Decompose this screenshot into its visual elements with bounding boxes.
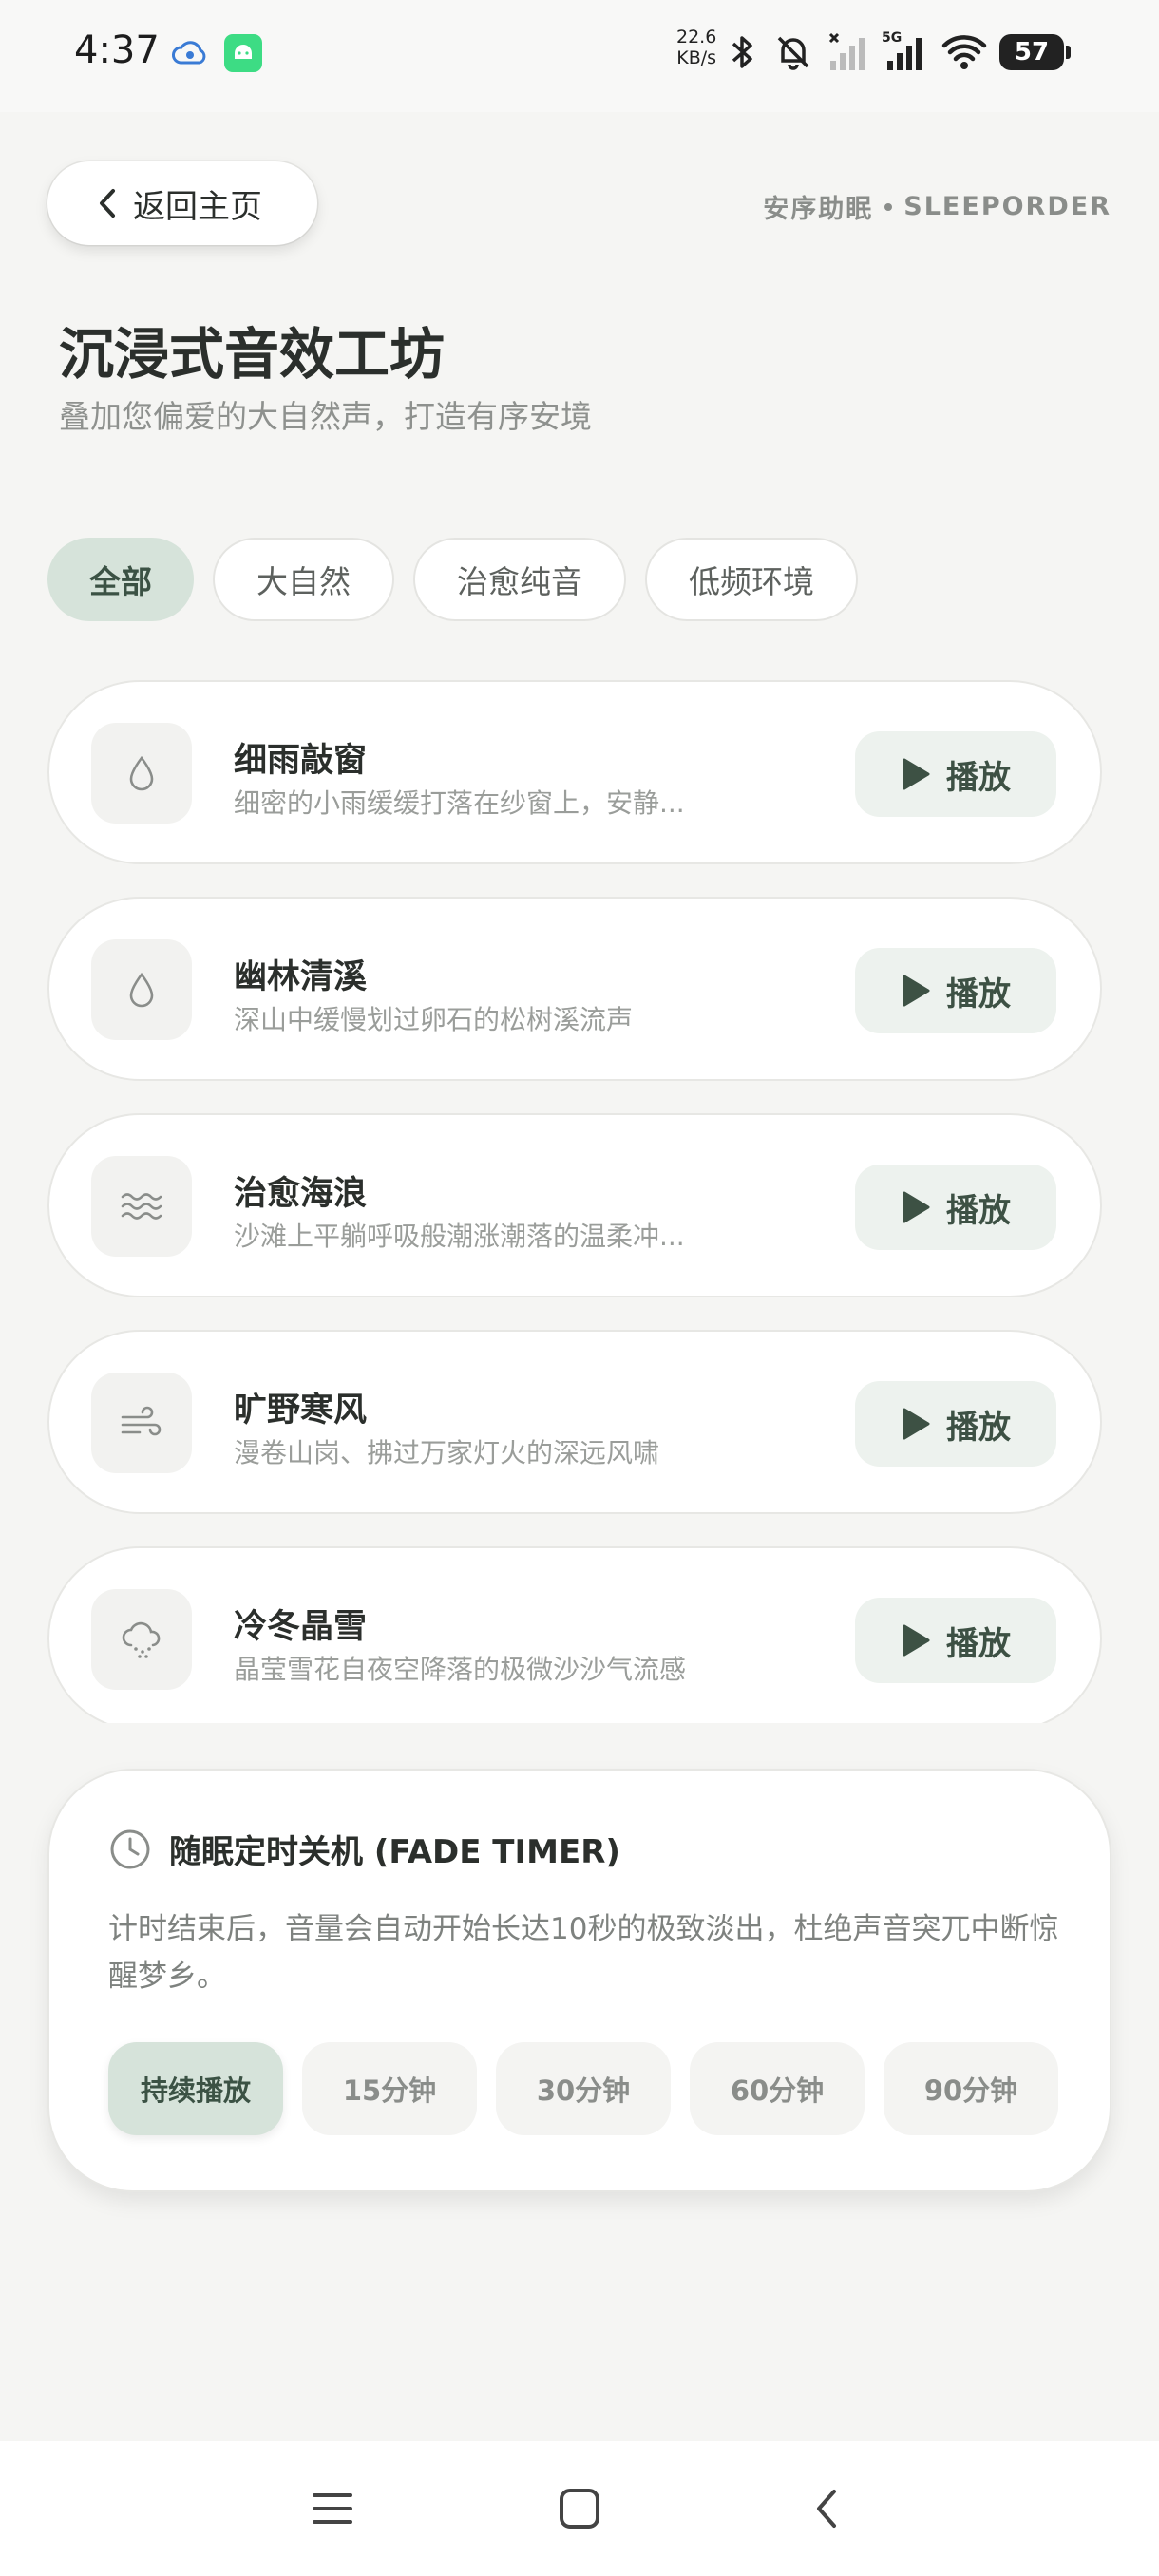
timer-title: 随眠定时关机 (FADE TIMER) xyxy=(169,1833,620,1871)
sound-card: 治愈海浪 沙滩上平躺呼吸般潮涨潮落的温柔冲... 播放 xyxy=(48,1113,1102,1297)
nav-back-button[interactable] xyxy=(793,2475,860,2542)
svg-text:5G: 5G xyxy=(882,30,902,46)
status-icons: 5G 57 xyxy=(726,28,1071,76)
play-icon xyxy=(902,1624,930,1657)
play-label: 播放 xyxy=(946,1191,1011,1230)
android-icon xyxy=(224,34,262,72)
play-button[interactable]: 播放 xyxy=(855,1165,1056,1250)
timer-option-continuous[interactable]: 持续播放 xyxy=(108,2042,283,2135)
clock-icon xyxy=(110,1829,150,1868)
sound-name: 旷野寒风 xyxy=(234,1392,368,1430)
sound-description: 漫卷山岗、拂过万家灯火的深远风啸 xyxy=(234,1437,660,1468)
play-label: 播放 xyxy=(946,1408,1011,1447)
mute-bell-icon xyxy=(777,36,809,70)
sound-card: 旷野寒风 漫卷山岗、拂过万家灯火的深远风啸 播放 xyxy=(48,1330,1102,1514)
nav-home-button[interactable] xyxy=(546,2475,613,2542)
bluetooth-icon xyxy=(732,36,752,68)
play-icon xyxy=(902,975,930,1007)
home-square-icon xyxy=(560,2489,599,2529)
sound-name: 细雨敲窗 xyxy=(234,742,368,780)
brand-separator xyxy=(884,202,893,211)
sound-description: 细密的小雨缓缓打落在纱窗上，安静... xyxy=(234,787,685,819)
network-speed: 22.6 KB/s xyxy=(676,27,717,68)
signal-5g-icon: 5G xyxy=(882,30,922,70)
page-subtitle: 叠加您偏爱的大自然声，打造有序安境 xyxy=(59,398,592,435)
play-label: 播放 xyxy=(946,758,1011,797)
timer-option-15min[interactable]: 15分钟 xyxy=(302,2042,477,2135)
menu-icon xyxy=(313,2493,352,2524)
sound-card: 细雨敲窗 细密的小雨缓缓打落在纱窗上，安静... 播放 xyxy=(48,680,1102,864)
fade-timer-card: 随眠定时关机 (FADE TIMER) 计时结束后，音量会自动开始长达10秒的极… xyxy=(48,1769,1112,2192)
cloud-icon xyxy=(172,41,206,65)
back-home-label: 返回主页 xyxy=(133,187,262,226)
play-icon xyxy=(902,1191,930,1223)
brand-cn: 安序助眠 xyxy=(763,195,874,224)
play-label: 播放 xyxy=(946,975,1011,1013)
drop-icon xyxy=(129,972,154,1008)
sound-card: 幽林清溪 深山中缓慢划过卵石的松树溪流声 播放 xyxy=(48,897,1102,1081)
play-button[interactable]: 播放 xyxy=(855,1381,1056,1467)
sound-description: 深山中缓慢划过卵石的松树溪流声 xyxy=(234,1004,634,1035)
status-bar: 4:37 22.6 KB/s 5G 57 xyxy=(0,0,1159,112)
sound-description: 晶莹雪花自夜空降落的极微沙沙气流感 xyxy=(234,1654,687,1685)
play-button[interactable]: 播放 xyxy=(855,731,1056,817)
filter-chip-nature[interactable]: 大自然 xyxy=(213,538,394,621)
system-nav-bar xyxy=(0,2441,1159,2576)
nav-menu-button[interactable] xyxy=(299,2475,366,2542)
back-home-button[interactable]: 返回主页 xyxy=(48,161,317,245)
sound-list[interactable]: 细雨敲窗 细密的小雨缓缓打落在纱窗上，安静... 播放 幽林清溪 深山中缓慢划过… xyxy=(48,680,1102,1723)
status-time: 4:37 xyxy=(74,28,160,72)
filter-chip-lowfreq[interactable]: 低频环境 xyxy=(645,538,858,621)
timer-header: 随眠定时关机 (FADE TIMER) xyxy=(108,1826,620,1872)
drop-icon xyxy=(129,755,154,791)
sound-name: 治愈海浪 xyxy=(234,1175,368,1213)
signal-weak-icon xyxy=(828,32,864,70)
wifi-icon xyxy=(941,35,987,69)
battery-indicator: 57 xyxy=(999,34,1071,70)
timer-option-30min[interactable]: 30分钟 xyxy=(496,2042,671,2135)
play-button[interactable]: 播放 xyxy=(855,948,1056,1033)
timer-description: 计时结束后，音量会自动开始长达10秒的极致淡出，杜绝声音突兀中断惊醒梦乡。 xyxy=(108,1912,1059,1994)
sound-description: 沙滩上平躺呼吸般潮涨潮落的温柔冲... xyxy=(234,1221,685,1252)
sound-name: 幽林清溪 xyxy=(234,958,368,996)
page-title: 沉浸式音效工坊 xyxy=(59,322,446,387)
play-icon xyxy=(902,758,930,790)
filter-chip-all[interactable]: 全部 xyxy=(48,538,194,621)
sound-card: 冷冬晶雪 晶莹雪花自夜空降落的极微沙沙气流感 播放 xyxy=(48,1546,1102,1723)
play-button[interactable]: 播放 xyxy=(855,1598,1056,1683)
brand-en: SLEEPORDER xyxy=(903,192,1112,221)
back-chevron-icon xyxy=(817,2490,836,2528)
category-filters: 全部 大自然 治愈纯音 低频环境 xyxy=(48,538,858,621)
timer-option-60min[interactable]: 60分钟 xyxy=(690,2042,864,2135)
play-label: 播放 xyxy=(946,1624,1011,1663)
timer-options: 持续播放 15分钟 30分钟 60分钟 90分钟 xyxy=(108,2042,1058,2135)
filter-chip-healing[interactable]: 治愈纯音 xyxy=(413,538,626,621)
wind-icon xyxy=(121,1406,162,1436)
timer-option-90min[interactable]: 90分钟 xyxy=(884,2042,1058,2135)
play-icon xyxy=(902,1408,930,1440)
snow-cloud-icon xyxy=(122,1621,161,1658)
brand: 安序助眠 SLEEPORDER xyxy=(763,188,1112,225)
waves-icon xyxy=(121,1193,162,1220)
chevron-left-icon xyxy=(100,189,115,218)
sound-name: 冷冬晶雪 xyxy=(234,1608,368,1646)
